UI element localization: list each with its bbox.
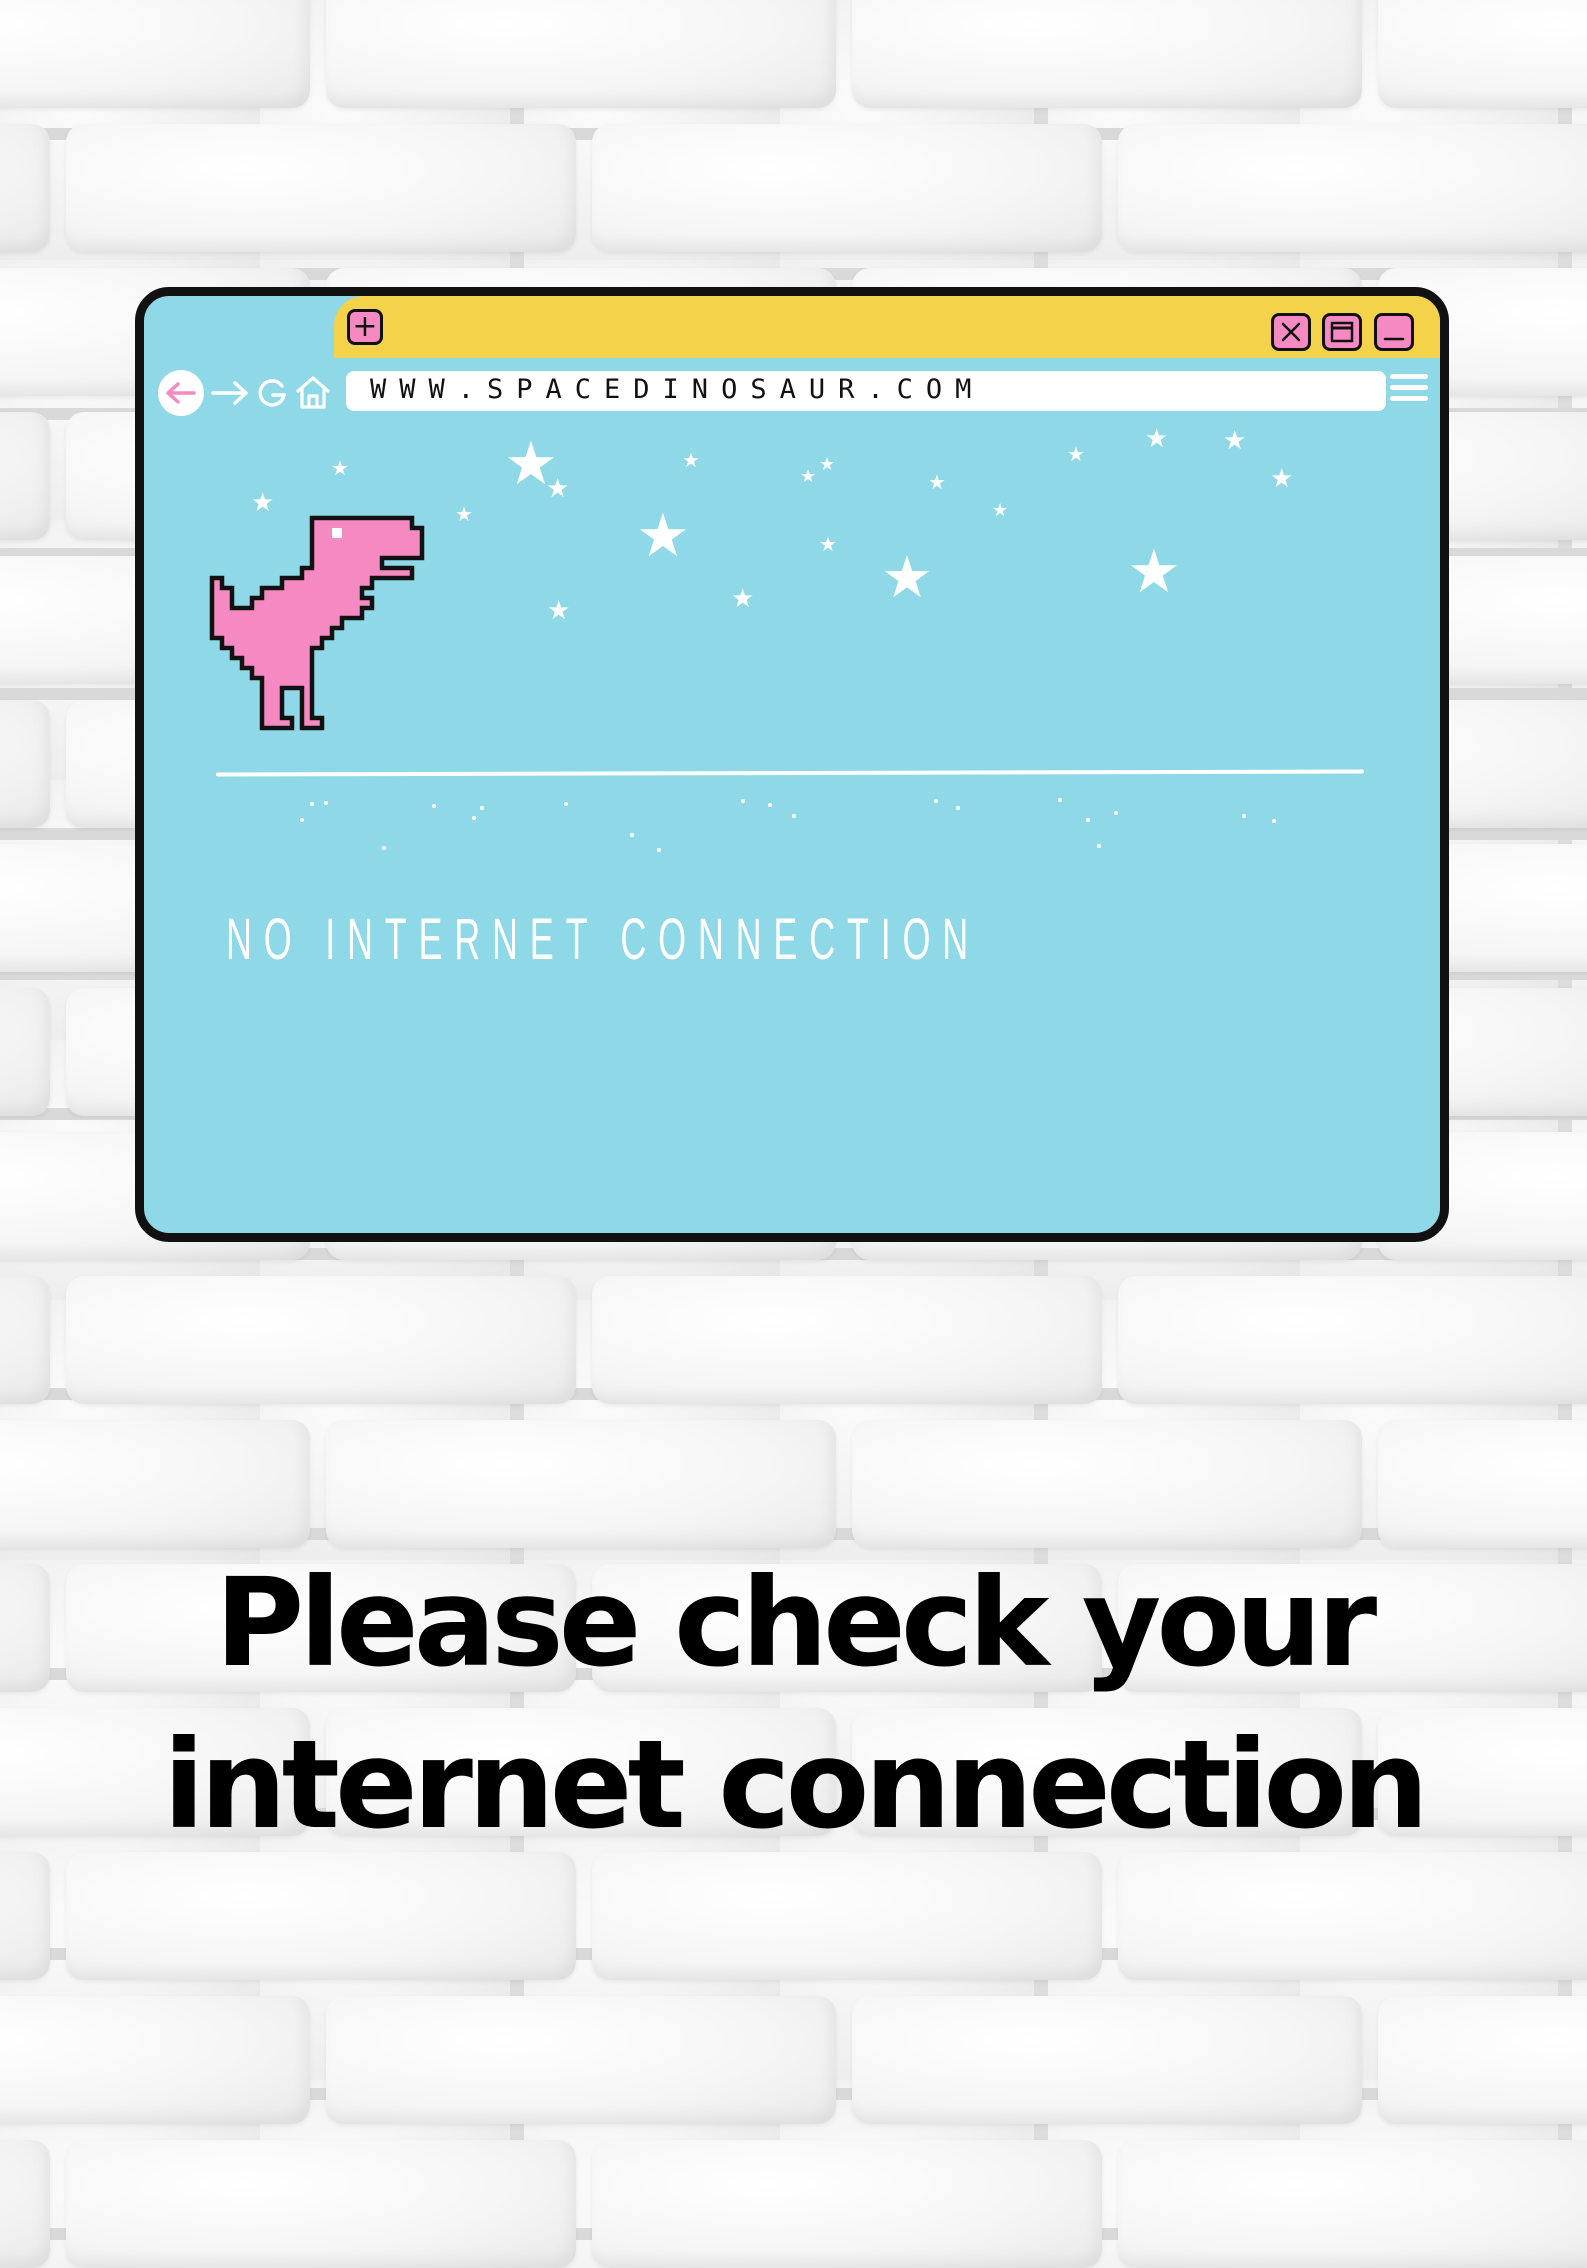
star-icon: ★ [928, 470, 946, 494]
maximize-icon [1330, 321, 1354, 343]
url-text: WWW.SPACEDINOSAUR.COM [370, 374, 985, 405]
minimize-icon [1383, 337, 1405, 341]
new-tab-button[interactable]: + [347, 309, 383, 345]
star-icon: ★ [636, 501, 690, 571]
back-arrow-icon [166, 382, 196, 404]
back-button[interactable] [158, 370, 204, 416]
star-icon: ★ [731, 584, 755, 614]
star-icon: ★ [1145, 424, 1169, 454]
star-icon: ★ [1223, 426, 1247, 456]
headline-line-2: internet connection [163, 1714, 1429, 1856]
star-icon: ★ [819, 532, 837, 556]
forward-arrow-icon[interactable] [210, 380, 250, 406]
home-icon[interactable] [294, 374, 332, 410]
navigation-bar: WWW.SPACEDINOSAUR.COM [144, 358, 1440, 422]
star-icon: ★ [881, 543, 933, 611]
browser-window: + WWW.SPACEDINOSAUR.COM ★ ★ ★ ★ ★ ★ ★ ★ … [135, 287, 1449, 1242]
close-icon [1281, 322, 1301, 342]
star-icon: ★ [546, 474, 570, 504]
refresh-icon[interactable] [256, 378, 288, 410]
star-icon: ★ [1067, 442, 1085, 466]
star-icon: ★ [547, 596, 571, 626]
star-icon: ★ [1270, 464, 1294, 494]
headline-line-1: Please check your [214, 1552, 1377, 1694]
star-icon: ★ [682, 448, 700, 472]
star-icon: ★ [455, 502, 473, 526]
dinosaur-icon [209, 515, 425, 731]
ground-line [215, 769, 1365, 777]
close-button[interactable] [1271, 313, 1311, 351]
minimize-button[interactable] [1374, 313, 1414, 351]
star-icon: ★ [1127, 537, 1181, 607]
menu-icon[interactable] [1390, 374, 1428, 406]
star-icon: ★ [800, 466, 817, 487]
star-icon: ★ [331, 456, 349, 480]
star-icon: ★ [992, 500, 1009, 521]
maximize-button[interactable] [1322, 313, 1362, 351]
star-icon: ★ [819, 454, 836, 475]
address-bar[interactable]: WWW.SPACEDINOSAUR.COM [346, 371, 1386, 411]
no-connection-message: NO INTERNET CONNECTION [226, 907, 980, 972]
